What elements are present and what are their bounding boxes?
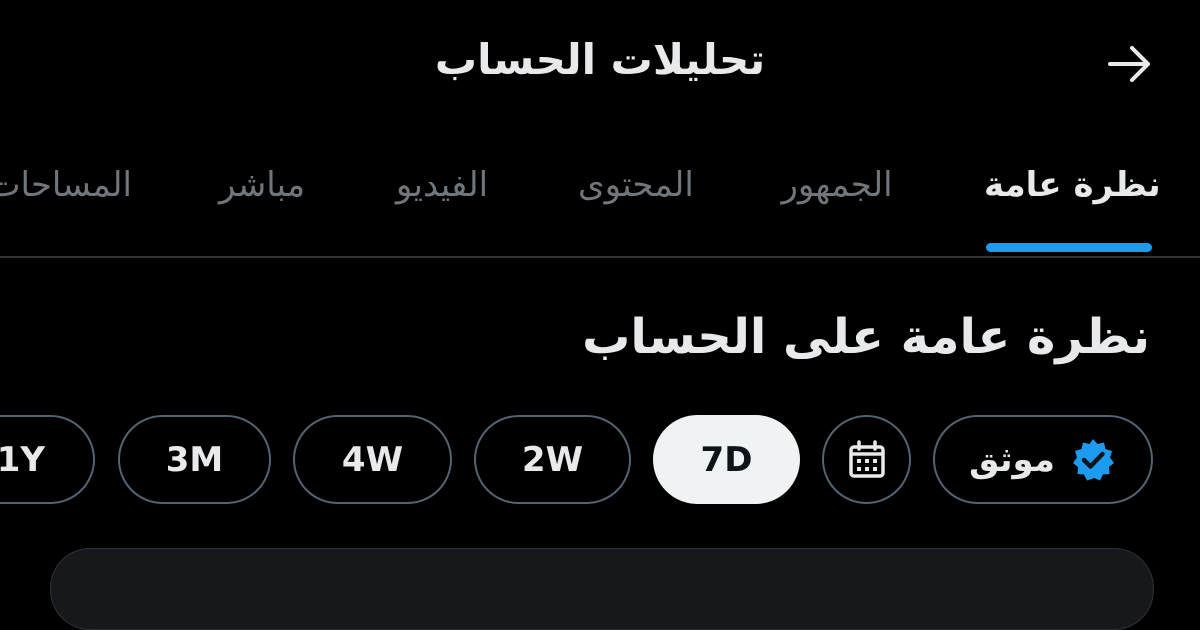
back-button[interactable] — [1095, 36, 1165, 92]
header-bar: تحليلات الحساب — [0, 0, 1200, 125]
tab-overview[interactable]: نظرة عامة — [984, 158, 1161, 254]
tab-video[interactable]: الفيديو — [390, 158, 494, 254]
range-chip-7d[interactable]: 7D — [653, 415, 800, 504]
verified-filter-chip[interactable]: موثق — [933, 415, 1153, 504]
range-chip-1y[interactable]: 1Y — [0, 415, 95, 504]
tab-content[interactable]: المحتوى — [578, 158, 694, 254]
range-chip-3m[interactable]: 3M — [118, 415, 271, 504]
tab-audience[interactable]: الجمهور — [776, 158, 898, 254]
active-tab-indicator — [986, 243, 1152, 252]
calendar-icon — [848, 439, 885, 478]
section-title: نظرة عامة على الحساب — [582, 309, 1150, 365]
verified-badge-icon — [1072, 438, 1114, 480]
page-title: تحليلات الحساب — [434, 35, 766, 84]
arrow-right-icon — [1108, 46, 1150, 82]
verified-label: موثق — [969, 439, 1055, 480]
tab-live[interactable]: مباشر — [214, 158, 310, 254]
range-chip-2w[interactable]: 2W — [474, 415, 631, 504]
range-chip-4w[interactable]: 4W — [293, 415, 452, 504]
stats-card — [50, 548, 1154, 630]
tab-spaces[interactable]: المساحات — [0, 158, 132, 254]
analytics-tabs: نظرة عامة الجمهور المحتوى الفيديو مباشر … — [0, 140, 1200, 258]
calendar-button[interactable] — [822, 415, 911, 504]
